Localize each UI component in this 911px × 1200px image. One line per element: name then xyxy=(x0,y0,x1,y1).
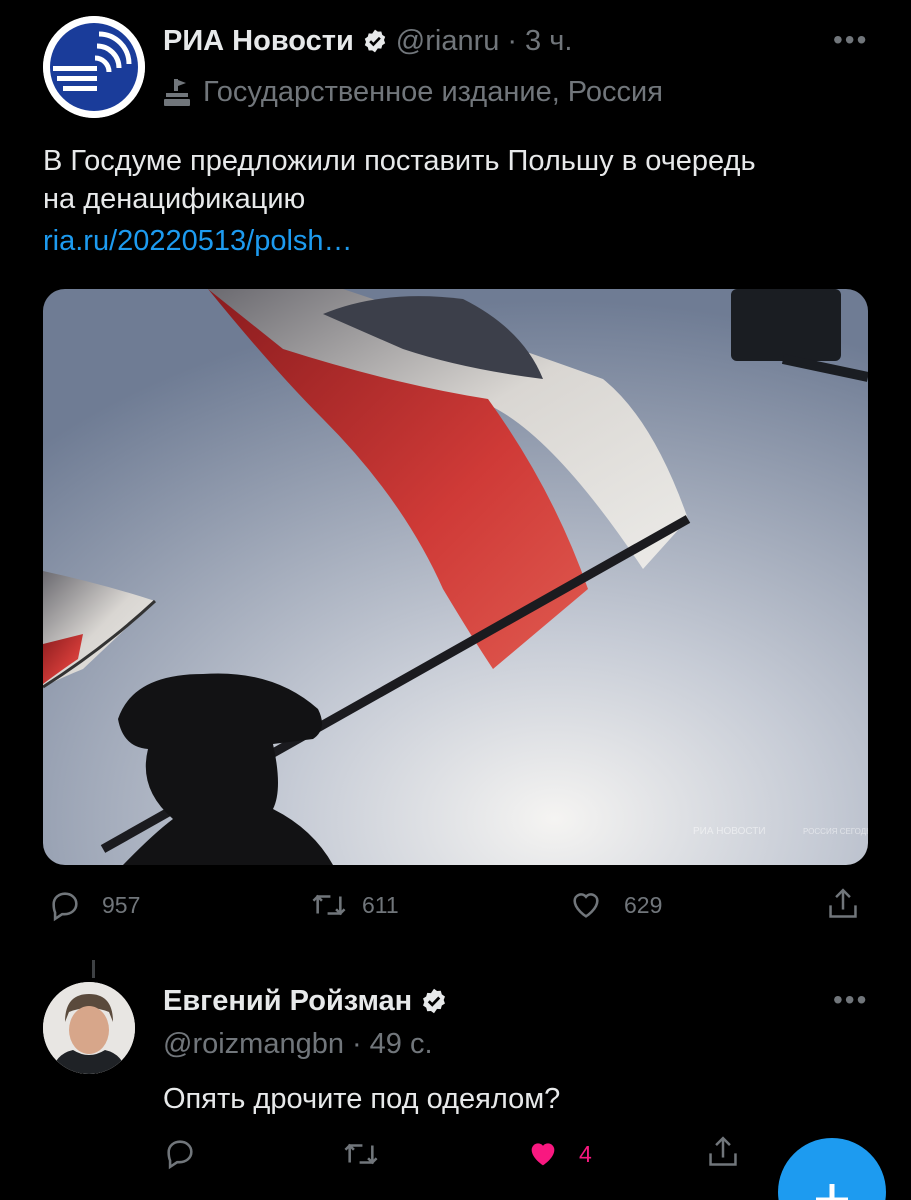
reply-avatar-photo xyxy=(43,982,135,1074)
reply-more-options-icon[interactable]: ••• xyxy=(833,984,868,1016)
rian-avatar[interactable] xyxy=(43,16,145,118)
photo-flag-illustration: РИА НОВОСТИ РОССИЯ СЕГОДНЯ xyxy=(43,289,868,865)
reply-icon xyxy=(52,892,78,922)
retweet-action[interactable]: 611 xyxy=(310,888,399,922)
reply-count: 957 xyxy=(102,891,141,918)
government-label-icon xyxy=(163,77,191,107)
reply-time[interactable]: 49 с. xyxy=(370,1028,433,1061)
tweet-text: В Госдуме предложили поставить Польшу в … xyxy=(43,145,756,215)
reply-author-name[interactable]: Евгений Ройзман xyxy=(163,985,412,1018)
share-icon xyxy=(829,888,857,918)
share-icon xyxy=(709,1136,737,1166)
like-icon xyxy=(573,893,599,918)
reply-avatar[interactable] xyxy=(43,982,135,1074)
compose-plus-icon xyxy=(816,1184,848,1200)
tweet-time[interactable]: 3 ч. xyxy=(525,25,572,58)
reply-action[interactable]: 957 xyxy=(48,888,140,922)
rian-logo-icon xyxy=(43,16,145,118)
state-affiliation-label[interactable]: Государственное издание, Россия xyxy=(203,76,663,109)
like-count: 629 xyxy=(624,891,663,918)
reply-like-count: 4 xyxy=(579,1140,592,1167)
reply-separator: · xyxy=(351,1027,362,1060)
separator: · xyxy=(507,24,518,57)
reply-author-handle[interactable]: @roizmangbn xyxy=(163,1028,344,1061)
photo-watermark-left: РИА НОВОСТИ xyxy=(693,826,766,837)
thread-connector xyxy=(92,960,95,978)
reply-verified-badge-icon xyxy=(420,987,448,1015)
share-action[interactable] xyxy=(826,886,860,922)
retweet-count: 611 xyxy=(362,891,399,918)
retweet-icon xyxy=(344,1143,378,1165)
reply-share-action[interactable] xyxy=(706,1134,740,1170)
liked-heart-icon xyxy=(531,1143,555,1166)
tweet-photo[interactable]: РИА НОВОСТИ РОССИЯ СЕГОДНЯ xyxy=(43,289,868,865)
verified-badge-icon xyxy=(362,28,388,54)
more-options-icon[interactable]: ••• xyxy=(833,24,868,56)
reply-text: Опять дрочите под одеялом? xyxy=(163,1083,561,1115)
reply-like-action[interactable]: 4 xyxy=(525,1137,592,1171)
photo-watermark-right: РОССИЯ СЕГОДНЯ xyxy=(803,827,868,836)
compose-button[interactable] xyxy=(778,1138,886,1200)
author-handle[interactable]: @rianru xyxy=(396,25,500,58)
reply-reply-action[interactable] xyxy=(163,1136,197,1170)
retweet-icon xyxy=(312,894,346,916)
author-name[interactable]: РИА Новости xyxy=(163,25,354,58)
reply-icon xyxy=(167,1140,193,1170)
reply-retweet-action[interactable] xyxy=(342,1137,380,1171)
like-action[interactable]: 629 xyxy=(568,888,662,922)
tweet-link[interactable]: ria.ru/20220513/polsh… xyxy=(43,222,863,260)
